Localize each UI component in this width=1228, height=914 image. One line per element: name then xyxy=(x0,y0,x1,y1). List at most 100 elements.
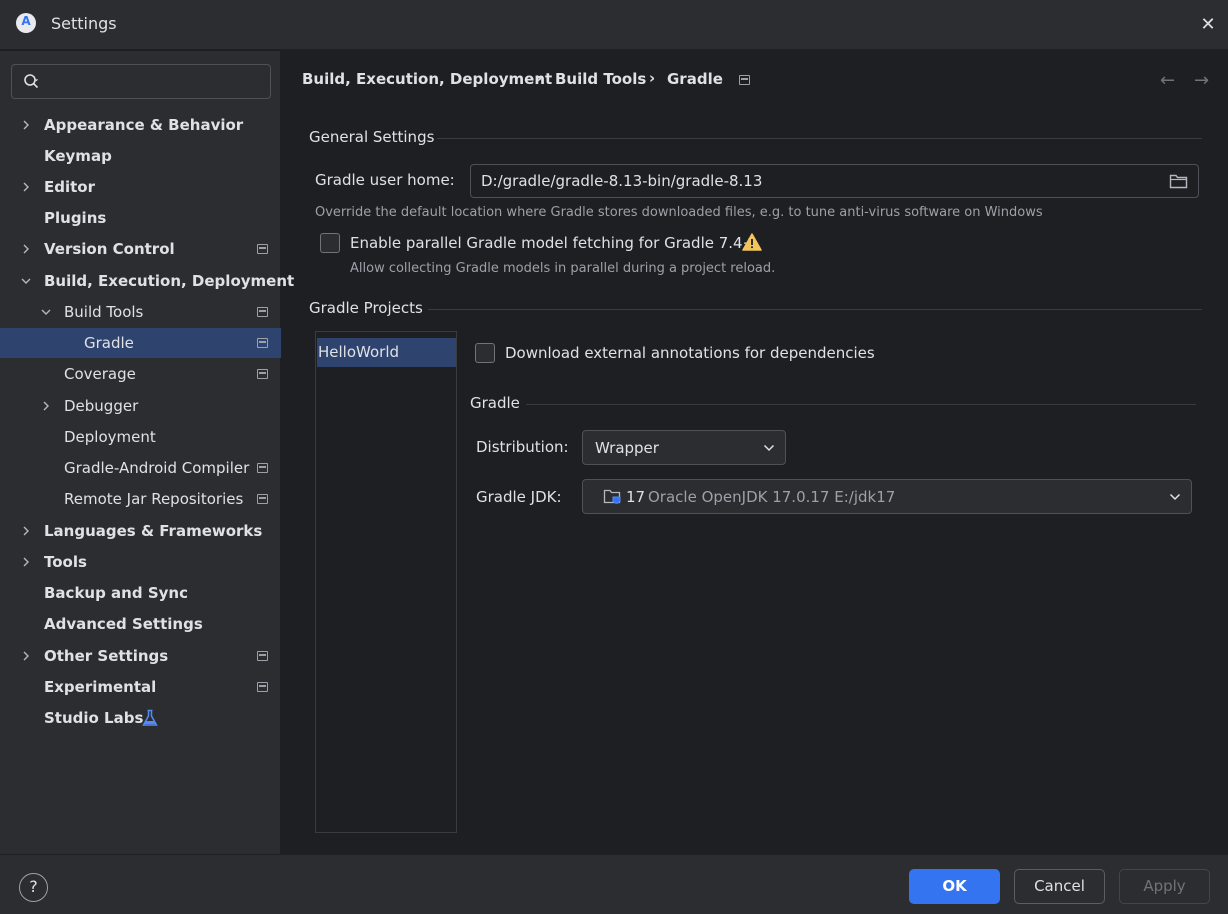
chevron-right-icon[interactable] xyxy=(20,525,32,537)
ok-button[interactable]: OK xyxy=(909,869,1000,904)
apply-button[interactable]: Apply xyxy=(1119,869,1210,904)
title-bar: A Settings ✕ xyxy=(0,0,1228,50)
sidebar-item-label: Remote Jar Repositories xyxy=(64,490,244,508)
settings-sidebar: Appearance & Behavior Keymap Editor Plugins… xyxy=(0,51,294,854)
sidebar-item-editor[interactable]: Editor xyxy=(0,172,281,202)
help-button[interactable]: ? xyxy=(19,873,48,902)
section-divider xyxy=(437,138,1202,139)
sidebar-item-keymap[interactable]: Keymap xyxy=(0,141,281,171)
sidebar-item-label: Advanced Settings xyxy=(44,615,203,633)
sidebar-item-tools[interactable]: Tools xyxy=(0,547,281,577)
distribution-label: Distribution: xyxy=(476,438,569,456)
settings-search-input[interactable] xyxy=(11,64,271,99)
distribution-value: Wrapper xyxy=(595,439,659,457)
sidebar-item-label: Gradle-Android Compiler xyxy=(64,459,250,477)
sidebar-item-label: Backup and Sync xyxy=(44,584,188,602)
sidebar-item-version-control[interactable]: Version Control xyxy=(0,234,281,264)
back-arrow-icon[interactable]: ← xyxy=(1160,70,1175,91)
sidebar-item-label: Debugger xyxy=(64,397,139,415)
breadcrumb-item-gradle: Gradle xyxy=(667,70,723,88)
gradle-jdk-dropdown[interactable]: 17 Oracle OpenJDK 17.0.17 E:/jdk17 xyxy=(582,479,1192,514)
sidebar-item-build-execution-deployment[interactable]: Build, Execution, Deployment xyxy=(0,266,294,296)
gradle-user-home-label: Gradle user home: xyxy=(315,171,455,189)
download-annotations-checkbox[interactable] xyxy=(475,343,495,363)
jdk-folder-icon xyxy=(603,489,621,504)
sidebar-item-advanced-settings[interactable]: Advanced Settings xyxy=(0,609,281,639)
sidebar-item-label: Experimental xyxy=(44,678,157,696)
android-studio-logo-icon: A xyxy=(16,13,36,33)
parallel-fetching-checkbox[interactable] xyxy=(320,233,340,253)
chevron-right-icon[interactable] xyxy=(40,400,52,412)
gradle-user-home-field[interactable]: D:/gradle/gradle-8.13-bin/gradle-8.13 xyxy=(470,164,1199,198)
project-level-icon xyxy=(257,651,268,661)
project-level-icon xyxy=(257,682,268,692)
sidebar-item-label: Editor xyxy=(44,178,95,196)
sidebar-item-gradle-android-compiler[interactable]: Gradle-Android Compiler xyxy=(0,453,281,483)
breadcrumb-separator: › xyxy=(536,69,543,87)
sidebar-item-experimental[interactable]: Experimental xyxy=(0,672,281,702)
sidebar-item-coverage[interactable]: Coverage xyxy=(0,359,281,389)
sidebar-item-studio-labs[interactable]: Studio Labs xyxy=(0,703,281,733)
sidebar-item-label: Coverage xyxy=(64,365,136,383)
sidebar-item-label: Appearance & Behavior xyxy=(44,116,244,134)
flask-icon xyxy=(142,709,158,726)
cancel-button[interactable]: Cancel xyxy=(1014,869,1105,904)
sidebar-item-languages-frameworks[interactable]: Languages & Frameworks xyxy=(0,516,281,546)
project-level-icon xyxy=(739,75,750,85)
chevron-down-icon xyxy=(1169,493,1181,501)
gradle-user-home-value: D:/gradle/gradle-8.13-bin/gradle-8.13 xyxy=(481,172,763,190)
sidebar-item-other-settings[interactable]: Other Settings xyxy=(0,641,281,671)
sidebar-item-build-tools[interactable]: Build Tools xyxy=(0,297,281,327)
sidebar-item-debugger[interactable]: Debugger xyxy=(0,391,281,421)
sidebar-item-label: Studio Labs xyxy=(44,709,144,727)
chevron-right-icon[interactable] xyxy=(20,650,32,662)
sidebar-item-backup-and-sync[interactable]: Backup and Sync xyxy=(0,578,281,608)
gradle-projects-list: HelloWorld xyxy=(315,331,457,833)
parallel-fetching-hint: Allow collecting Gradle models in parall… xyxy=(350,261,776,276)
jdk-version: 17 xyxy=(626,488,646,506)
folder-icon[interactable] xyxy=(1169,173,1188,189)
sidebar-item-gradle[interactable]: Gradle xyxy=(0,328,281,358)
download-annotations-label[interactable]: Download external annotations for depend… xyxy=(505,344,875,362)
project-item-helloworld[interactable]: HelloWorld xyxy=(317,338,456,367)
sidebar-item-label: Other Settings xyxy=(44,647,169,665)
chevron-down-icon xyxy=(763,444,775,452)
sidebar-item-deployment[interactable]: Deployment xyxy=(0,422,281,452)
sidebar-item-label: Tools xyxy=(44,553,87,571)
sidebar-item-label: Languages & Frameworks xyxy=(44,522,263,540)
chevron-right-icon[interactable] xyxy=(20,181,32,193)
distribution-dropdown[interactable]: Wrapper xyxy=(582,430,786,465)
sidebar-item-label: Gradle xyxy=(84,334,134,352)
chevron-right-icon[interactable] xyxy=(20,243,32,255)
jdk-detail: Oracle OpenJDK 17.0.17 E:/jdk17 xyxy=(648,488,896,506)
project-level-icon xyxy=(257,463,268,473)
breadcrumb-item-build-execution-deployment[interactable]: Build, Execution, Deployment xyxy=(302,70,552,88)
section-divider xyxy=(428,309,1202,310)
sidebar-item-plugins[interactable]: Plugins xyxy=(0,203,281,233)
chevron-down-icon[interactable] xyxy=(20,275,32,287)
parallel-fetching-label[interactable]: Enable parallel Gradle model fetching fo… xyxy=(350,234,755,252)
project-level-icon xyxy=(257,338,268,348)
forward-arrow-icon[interactable]: → xyxy=(1194,70,1209,91)
sidebar-item-appearance-behavior[interactable]: Appearance & Behavior xyxy=(0,110,281,140)
sidebar-item-label: Build, Execution, Deployment xyxy=(44,272,295,290)
search-icon xyxy=(24,74,39,89)
section-divider xyxy=(526,404,1196,405)
breadcrumb-item-build-tools[interactable]: Build Tools xyxy=(555,70,646,88)
sidebar-item-remote-jar-repositories[interactable]: Remote Jar Repositories xyxy=(0,484,281,514)
warning-icon xyxy=(742,233,762,251)
chevron-right-icon[interactable] xyxy=(20,119,32,131)
chevron-down-icon[interactable] xyxy=(40,306,52,318)
sidebar-item-label: Deployment xyxy=(64,428,156,446)
gradle-jdk-label: Gradle JDK: xyxy=(476,488,562,506)
chevron-right-icon[interactable] xyxy=(20,556,32,568)
gradle-projects-title: Gradle Projects xyxy=(309,299,423,317)
sidebar-item-label: Plugins xyxy=(44,209,107,227)
sidebar-item-label: Keymap xyxy=(44,147,112,165)
gradle-section-title: Gradle xyxy=(470,394,520,412)
sidebar-item-label: Version Control xyxy=(44,240,175,258)
window-title: Settings xyxy=(51,14,117,33)
dialog-footer: ? OK Cancel Apply xyxy=(0,854,1228,914)
project-level-icon xyxy=(257,244,268,254)
close-button[interactable]: ✕ xyxy=(1196,13,1220,37)
